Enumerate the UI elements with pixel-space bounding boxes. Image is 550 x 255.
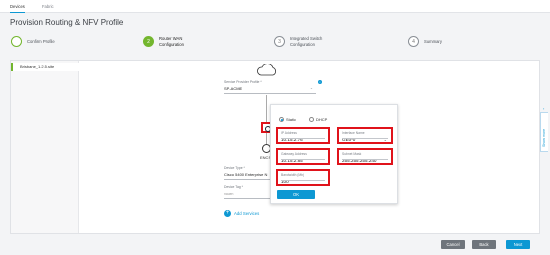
device-type-select[interactable]: Cisco 5400 Enterprise N	[224, 172, 267, 177]
add-services-label: Add Services	[234, 211, 260, 216]
page-title: Provision Routing & NFV Profile	[10, 18, 124, 27]
add-services-button[interactable]: + Add Services	[224, 210, 259, 217]
step-label: Router WAN Configuration	[159, 36, 184, 47]
ip-address-field[interactable]: IP Address 10.15.2.76	[276, 127, 330, 144]
step-summary[interactable]: 4 Summary	[408, 36, 442, 47]
provider-label: Service Provider Profile *	[224, 80, 262, 84]
next-button[interactable]: Next	[506, 240, 530, 249]
connector-line	[266, 95, 267, 122]
top-nav: Devices Fabric	[0, 0, 550, 14]
device-type-underline	[224, 179, 276, 180]
static-radio[interactable]	[279, 117, 284, 122]
info-icon[interactable]: i	[318, 80, 322, 84]
gateway-address-field[interactable]: Gateway Address 10.15.2.85	[276, 148, 330, 165]
device-tag-underline	[224, 198, 276, 199]
device-tag-select[interactable]: nauen	[224, 192, 233, 196]
tab-fabric[interactable]: Fabric	[42, 4, 54, 9]
tab-devices[interactable]: Devices	[10, 4, 25, 14]
interface-name-select[interactable]: Interface Name GE0-0 ⌄	[337, 127, 393, 144]
step-label: Integrated Switch Configuration	[290, 36, 323, 47]
step-label: Summary	[424, 38, 442, 44]
static-radio-label: Static	[286, 117, 297, 122]
chevron-left-icon[interactable]: ‹	[543, 106, 544, 111]
step-number: 4	[408, 36, 419, 47]
ok-button[interactable]: OK	[277, 190, 315, 199]
cloud-icon	[257, 64, 276, 76]
device-tag-label: Device Tag *	[224, 185, 243, 189]
side-panel-toggle[interactable]: Show more	[540, 112, 548, 152]
chevron-down-icon: ⌄	[310, 86, 313, 90]
dhcp-radio[interactable]	[309, 117, 314, 122]
site-list: Brisbane_1.2.5.site	[11, 61, 79, 233]
step-router-wan[interactable]: 2 Router WAN Configuration	[143, 36, 184, 47]
connector-line	[266, 133, 267, 144]
dhcp-radio-label: DHCP	[316, 117, 328, 122]
site-item[interactable]: Brisbane_1.2.5.site	[11, 63, 79, 71]
back-button[interactable]: Back	[472, 240, 496, 249]
subnet-mask-field[interactable]: Subnet Mask 255.255.255.240	[337, 148, 393, 165]
step-label: Confirm Profile	[27, 38, 55, 44]
wizard-stepper: Confirm Profile 2 Router WAN Configuratio…	[0, 33, 550, 55]
step-integrated-switch[interactable]: 3 Integrated Switch Configuration	[274, 36, 322, 47]
cancel-button[interactable]: Cancel	[441, 240, 465, 249]
step-number: 3	[274, 36, 285, 47]
device-type-label: Device Type *	[224, 166, 245, 170]
provider-select[interactable]: SP-ACME	[224, 86, 242, 91]
side-panel-label: Show more	[542, 128, 546, 147]
provider-underline	[224, 93, 316, 94]
add-icon: +	[224, 210, 231, 217]
step-confirm-profile[interactable]: Confirm Profile	[11, 36, 55, 47]
bandwidth-field[interactable]: Bandwidth (Mb) 100	[276, 169, 330, 186]
step-circle	[11, 36, 22, 47]
step-number: 2	[143, 36, 154, 47]
